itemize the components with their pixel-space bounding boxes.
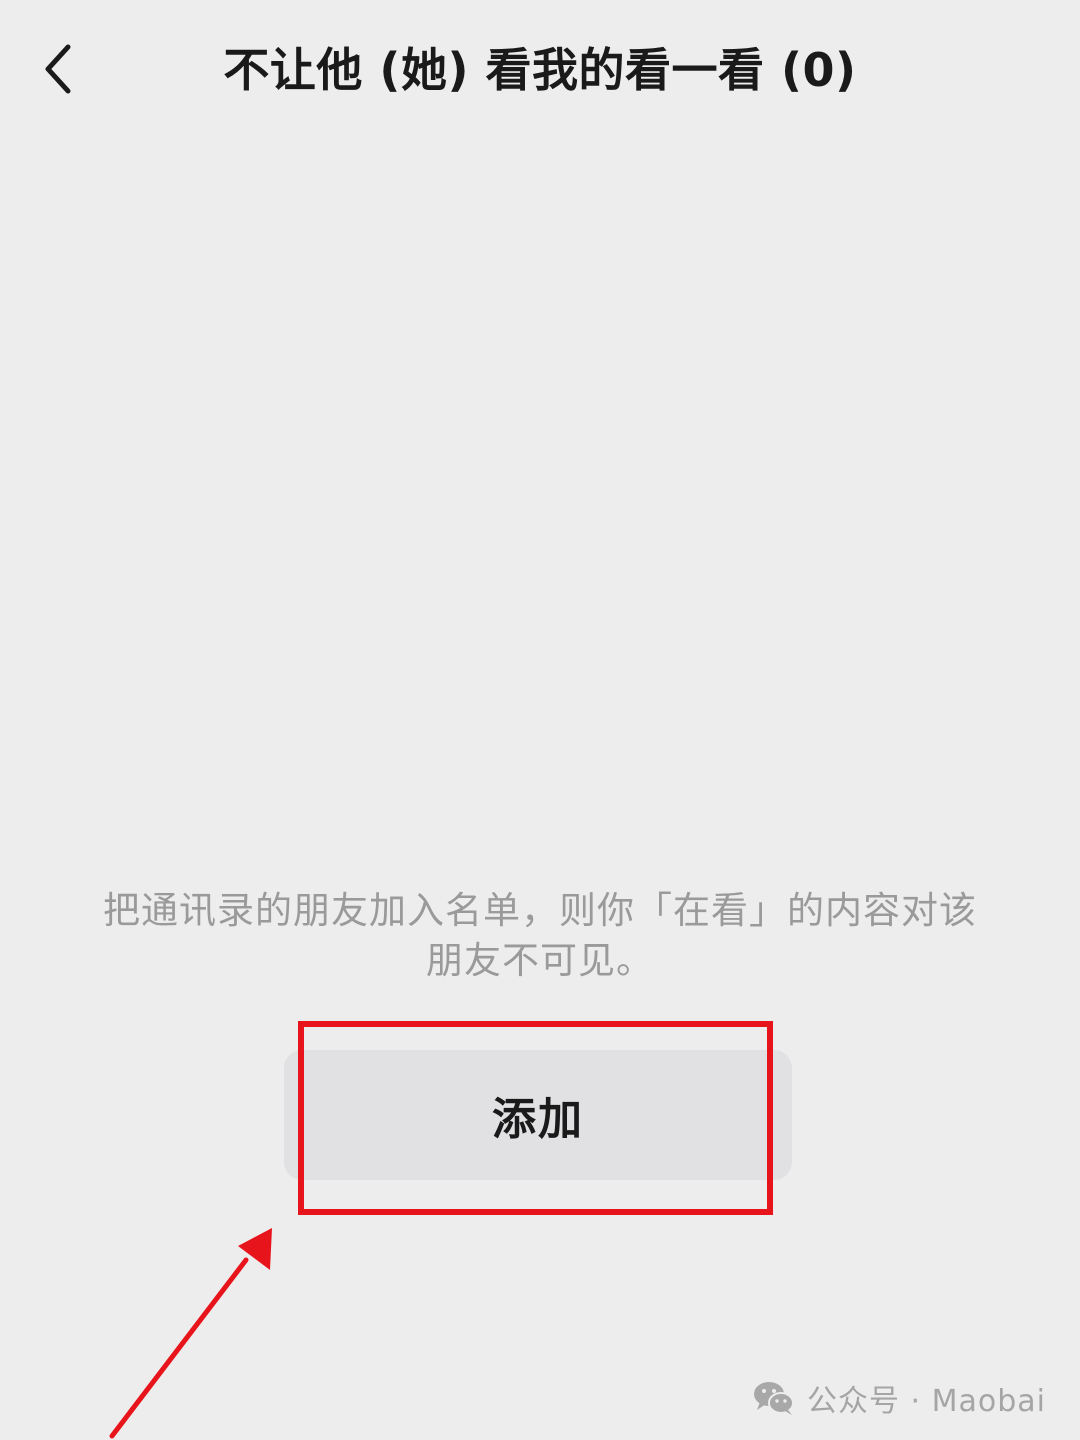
screen: 不让他 (她) 看我的看一看 (0) 把通讯录的朋友加入名单，则你「在看」的内容… <box>0 0 1080 1440</box>
add-button[interactable]: 添加 <box>284 1050 792 1180</box>
description-text: 把通讯录的朋友加入名单，则你「在看」的内容对该 朋友不可见。 <box>60 886 1020 986</box>
description-line-1: 把通讯录的朋友加入名单，则你「在看」的内容对该 <box>103 889 977 932</box>
annotation-arrow <box>109 1228 272 1439</box>
description-line-2: 朋友不可见。 <box>426 939 654 982</box>
page-title: 不让他 (她) 看我的看一看 (0) <box>223 43 857 97</box>
watermark: 公众号 · Maobai <box>753 1376 1046 1420</box>
watermark-text: 公众号 · Maobai <box>807 1384 1046 1419</box>
nav-bar: 不让他 (她) 看我的看一看 (0) <box>0 0 1080 140</box>
wechat-icon <box>754 1382 794 1415</box>
